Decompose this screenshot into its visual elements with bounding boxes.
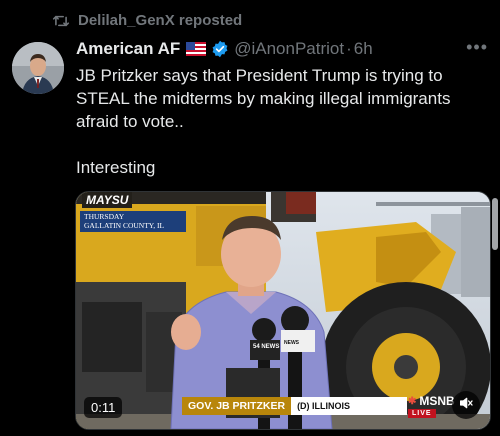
author-handle[interactable]: @iAnonPatriot bbox=[234, 39, 344, 59]
machine-brand-text: MAYSU bbox=[82, 192, 133, 208]
peacock-icon: ✱ bbox=[408, 395, 417, 407]
news-lower-third: GOV. JB PRITZKER (D) ILLINOIS bbox=[182, 397, 408, 415]
verified-badge-icon bbox=[211, 40, 229, 58]
live-badge: LIVE bbox=[408, 409, 436, 418]
network-name: MSNB bbox=[419, 394, 455, 408]
repost-label: Delilah_GenX reposted bbox=[78, 12, 243, 29]
repost-icon bbox=[52, 13, 70, 29]
date-bug-location: GALLATIN COUNTY, IL bbox=[84, 220, 165, 230]
separator-dot: · bbox=[346, 39, 352, 58]
tweet-paragraph: JB Pritzker says that President Trump is… bbox=[76, 66, 451, 131]
video-player[interactable]: MAYSU THURSDAY GALLATIN COUNTY, IL 54 NE… bbox=[75, 191, 491, 430]
news-date-bug: THURSDAY GALLATIN COUNTY, IL bbox=[80, 211, 186, 232]
more-options-icon[interactable]: ••• bbox=[466, 37, 488, 58]
author-name[interactable]: American AF bbox=[76, 39, 180, 59]
repost-banner[interactable]: Delilah_GenX reposted bbox=[52, 12, 242, 29]
lower-third-party: (D) ILLINOIS bbox=[291, 397, 408, 415]
speaker-muted-icon bbox=[458, 395, 474, 416]
video-duration: 0:11 bbox=[84, 397, 123, 418]
tweet-body: JB Pritzker says that President Trump is… bbox=[76, 64, 486, 179]
mic-flag-label: 54 NEWS bbox=[253, 344, 280, 350]
network-logo: ✱ MSNB bbox=[408, 394, 455, 408]
author-avatar[interactable] bbox=[12, 42, 64, 94]
us-flag-icon bbox=[186, 42, 207, 56]
mute-button[interactable] bbox=[452, 391, 480, 419]
tweet-header: American AF @iAnonPatriot · 6h ••• bbox=[76, 37, 488, 59]
scrollbar-thumb[interactable] bbox=[492, 198, 498, 250]
lower-third-name: GOV. JB PRITZKER bbox=[182, 397, 292, 415]
mic-flag-label-2: NEWS bbox=[284, 340, 299, 346]
post-time[interactable]: 6h bbox=[354, 39, 373, 59]
tweet-paragraph: Interesting bbox=[76, 158, 156, 177]
